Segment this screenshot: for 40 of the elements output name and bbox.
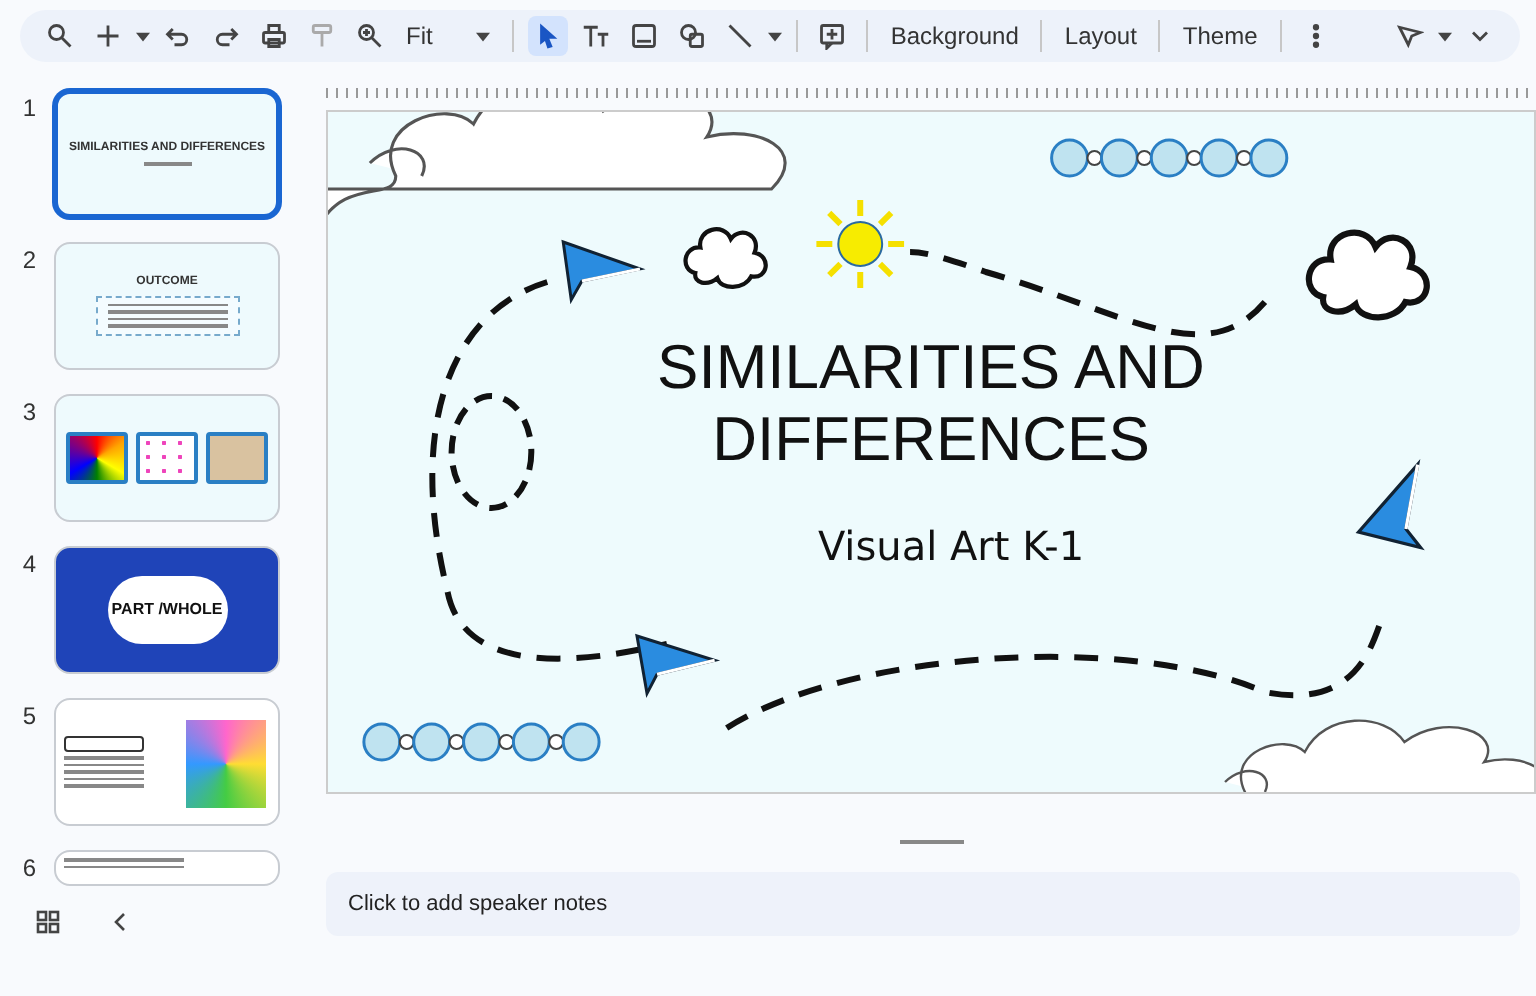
paper-plane-icon — [635, 633, 721, 698]
picture-placeholder — [66, 432, 128, 484]
paper-plane-icon — [561, 239, 646, 305]
subtitle-line-drawing — [143, 162, 191, 166]
slide-number: 1 — [20, 92, 36, 122]
slide-number: 3 — [20, 396, 36, 426]
slide-thumbnail[interactable] — [54, 850, 280, 886]
cloud-icon — [1305, 229, 1430, 321]
slide-number: 6 — [20, 852, 36, 882]
pointer-icon[interactable] — [528, 16, 569, 56]
zoom-dropdown[interactable]: Fit — [398, 16, 499, 56]
slide-title[interactable]: SIMILARITIES AND DIFFERENCES — [611, 332, 1251, 478]
picture-placeholder — [206, 432, 268, 484]
slide-subtitle[interactable]: Visual Art K-1 — [817, 521, 1085, 570]
slide-thumbnail[interactable] — [54, 394, 280, 522]
text-lines-drawing — [64, 756, 144, 788]
speaker-notes-field[interactable]: Click to add speaker notes — [326, 872, 1520, 936]
cloud-icon — [683, 227, 768, 289]
heading-drawing — [64, 736, 144, 753]
slide-number: 2 — [20, 244, 36, 274]
caret-icon[interactable] — [1438, 31, 1452, 41]
slide-number: 4 — [20, 548, 36, 578]
slide-thumbnail[interactable]: PART /WHOLE — [54, 546, 280, 674]
resize-handle[interactable] — [899, 840, 963, 844]
caret-icon[interactable] — [136, 31, 150, 41]
picture-placeholder — [136, 432, 198, 484]
caret-icon[interactable] — [768, 31, 783, 41]
text-lines-drawing — [64, 858, 184, 868]
thumbnail-title: PART /WHOLE — [111, 601, 223, 619]
toolbar-button[interactable]: Background — [882, 16, 1027, 56]
caret-icon[interactable] — [476, 31, 491, 41]
sun-icon — [816, 200, 905, 288]
slide-thumbnail[interactable] — [54, 698, 280, 826]
toolbar-button[interactable]: Theme — [1174, 16, 1266, 56]
slide-number: 5 — [20, 700, 36, 730]
paper-plane-icon — [1355, 459, 1425, 551]
text-block-drawing — [95, 295, 239, 336]
dashed-loop-drawing — [448, 393, 535, 511]
toolbar-button[interactable]: Layout — [1056, 16, 1145, 56]
shirt-picture — [186, 720, 266, 808]
